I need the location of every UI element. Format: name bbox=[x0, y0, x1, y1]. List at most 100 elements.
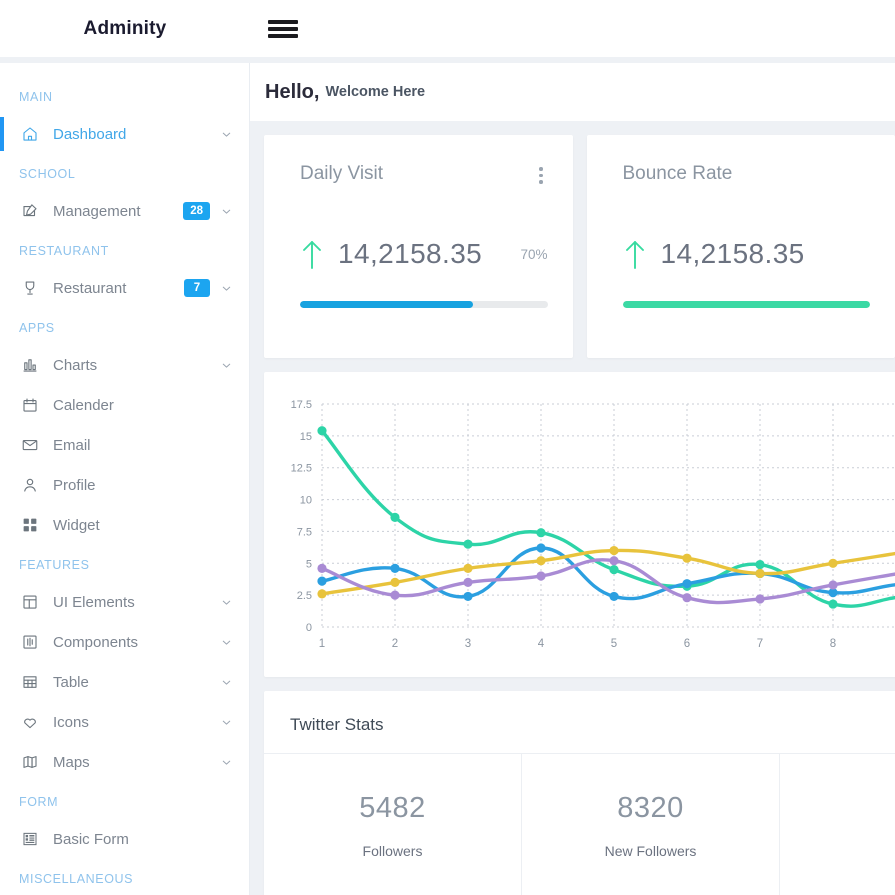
twitter-stat-value: 8320 bbox=[617, 792, 684, 824]
sidebar-item-charts[interactable]: Charts bbox=[0, 345, 249, 385]
svg-text:8: 8 bbox=[830, 638, 836, 650]
twitter-stats-title: Twitter Stats bbox=[290, 715, 384, 734]
sidebar-item-email[interactable]: Email bbox=[0, 425, 249, 465]
chevron-down-icon[interactable] bbox=[220, 676, 232, 688]
svg-text:12.5: 12.5 bbox=[291, 463, 312, 475]
sidebar-item-badge: 28 bbox=[183, 202, 210, 220]
sidebar-item-label: Icons bbox=[53, 713, 89, 731]
arrow-up-icon bbox=[303, 241, 321, 269]
sidebar-item-table[interactable]: Table bbox=[0, 662, 249, 702]
svg-text:0: 0 bbox=[306, 622, 312, 634]
greeting-sub: Welcome Here bbox=[325, 84, 426, 100]
sidebar-item-label: Widget bbox=[53, 516, 100, 534]
chevron-down-icon[interactable] bbox=[220, 716, 232, 728]
twitter-stat-label: New Followers bbox=[604, 843, 697, 859]
sidebar-item-calender[interactable]: Calender bbox=[0, 385, 249, 425]
chevron-down-icon[interactable] bbox=[220, 636, 232, 648]
twitter-stat-cell: 5482 Followers bbox=[264, 754, 522, 895]
stat-card-percent: 70% bbox=[520, 246, 548, 262]
sidebar-item-label: Restaurant bbox=[53, 279, 127, 297]
stat-card-row: Daily Visit 14,2158.35 70% Bounce Rate 14,21… bbox=[250, 121, 895, 358]
edit-icon bbox=[19, 200, 41, 222]
sidebar-item-components[interactable]: Components bbox=[0, 622, 249, 662]
chevron-down-icon[interactable] bbox=[220, 359, 232, 371]
sidebar-item-label: Table bbox=[53, 673, 89, 691]
sidebar-item-badge: 7 bbox=[184, 279, 210, 297]
user-icon bbox=[19, 474, 41, 496]
sidebar-item-icons[interactable]: Icons bbox=[0, 702, 249, 742]
sidebar-item-label: Email bbox=[53, 436, 91, 454]
sidebar-section-label: MAIN bbox=[19, 90, 53, 104]
sidebar-item-label: Components bbox=[53, 633, 139, 651]
chevron-down-icon[interactable] bbox=[220, 756, 232, 768]
calendar-icon bbox=[19, 394, 41, 416]
map-icon bbox=[19, 751, 41, 773]
sidebar-item-label: Basic Form bbox=[53, 830, 129, 848]
line-chart: 02.557.51012.51517.51234567891011 bbox=[274, 390, 895, 665]
svg-text:2.5: 2.5 bbox=[297, 590, 312, 602]
stat-card-value: 14,2158.35 bbox=[660, 238, 805, 269]
sidebar-section-label: MISCELLANEOUS bbox=[19, 872, 134, 886]
envelope-icon bbox=[19, 434, 41, 456]
svg-text:7: 7 bbox=[757, 638, 763, 650]
svg-text:1: 1 bbox=[319, 638, 325, 650]
home-icon bbox=[19, 123, 41, 145]
sidebar-item-dashboard[interactable]: Dashboard bbox=[0, 114, 249, 154]
chevron-down-icon[interactable] bbox=[220, 596, 232, 608]
progress-bar-fill bbox=[300, 301, 474, 308]
twitter-stat-value: 5482 bbox=[359, 792, 426, 824]
trophy-icon bbox=[19, 277, 41, 299]
stat-card-title: Daily Visit bbox=[300, 163, 384, 184]
main-content: Hello, Welcome Here Daily Visit 14,2158.3… bbox=[250, 63, 895, 895]
card-menu-icon[interactable] bbox=[539, 167, 543, 184]
sidebar-item-label: Charts bbox=[53, 356, 98, 374]
sidebar-item-maps[interactable]: Maps bbox=[0, 742, 249, 782]
svg-text:5: 5 bbox=[611, 638, 617, 650]
sidebar-item-profile[interactable]: Profile bbox=[0, 465, 249, 505]
svg-text:5: 5 bbox=[306, 558, 312, 570]
progress-bar-track bbox=[622, 301, 870, 308]
line-chart-card: 02.557.51012.51517.51234567891011 bbox=[264, 372, 895, 677]
sidebar-item-ui-elements[interactable]: UI Elements bbox=[0, 582, 249, 622]
table-icon bbox=[19, 671, 41, 693]
sidebar-item-label: Dashboard bbox=[53, 125, 127, 143]
sidebar-item-label: Management bbox=[53, 202, 141, 220]
chevron-down-icon[interactable] bbox=[220, 205, 232, 217]
chevron-down-icon[interactable] bbox=[220, 128, 232, 140]
twitter-stats-grid: 5482 Followers 8320 New Followers N bbox=[264, 753, 895, 895]
sidebar-item-widget[interactable]: Widget bbox=[0, 505, 249, 545]
hamburger-icon[interactable] bbox=[268, 18, 298, 40]
line-chart-svg: 02.557.51012.51517.51234567891011 bbox=[291, 399, 895, 650]
svg-text:15: 15 bbox=[300, 431, 312, 443]
sidebar-item-label: Profile bbox=[53, 476, 96, 494]
svg-text:3: 3 bbox=[465, 638, 471, 650]
chevron-down-icon[interactable] bbox=[220, 282, 232, 294]
sidebar[interactable]: MAIN Dashboard SCHOOL Management 28 RESTAURAN… bbox=[0, 63, 250, 895]
greeting-strong: Hello, bbox=[265, 80, 320, 103]
sidebar-section-label: FORM bbox=[19, 795, 59, 809]
brand-logo[interactable]: Adminity bbox=[0, 18, 250, 40]
sidebar-section-label: RESTAURANT bbox=[19, 244, 109, 258]
svg-text:4: 4 bbox=[538, 638, 545, 650]
stat-card-value-row: 14,2158.35 70% bbox=[300, 237, 548, 271]
top-bar: Adminity bbox=[0, 0, 895, 57]
layout-icon bbox=[19, 591, 41, 613]
twitter-stat-label: Followers bbox=[362, 843, 423, 859]
progress-bar-fill bbox=[622, 301, 870, 308]
widget-grid-icon bbox=[19, 514, 41, 536]
bar-chart-icon bbox=[19, 354, 41, 376]
sidebar-section-label: APPS bbox=[19, 321, 55, 335]
progress-bar-track bbox=[300, 301, 548, 308]
greeting-bar: Hello, Welcome Here bbox=[250, 63, 895, 121]
stat-card-title: Bounce Rate bbox=[622, 163, 733, 184]
stat-card-value: 14,2158.35 bbox=[338, 238, 483, 269]
sidebar-item-management[interactable]: Management 28 bbox=[0, 191, 249, 231]
sidebar-section-label: SCHOOL bbox=[19, 167, 76, 181]
form-list-icon bbox=[19, 828, 41, 850]
svg-text:2: 2 bbox=[392, 638, 398, 650]
sidebar-item-basic-form[interactable]: Basic Form bbox=[0, 819, 249, 859]
stat-card-bounce-rate: Bounce Rate 14,2158.35 bbox=[586, 135, 895, 358]
stat-card-value-row: 14,2158.35 bbox=[623, 237, 871, 271]
sidebar-item-restaurant[interactable]: Restaurant 7 bbox=[0, 268, 249, 308]
sidebar-item-label: UI Elements bbox=[53, 593, 135, 611]
